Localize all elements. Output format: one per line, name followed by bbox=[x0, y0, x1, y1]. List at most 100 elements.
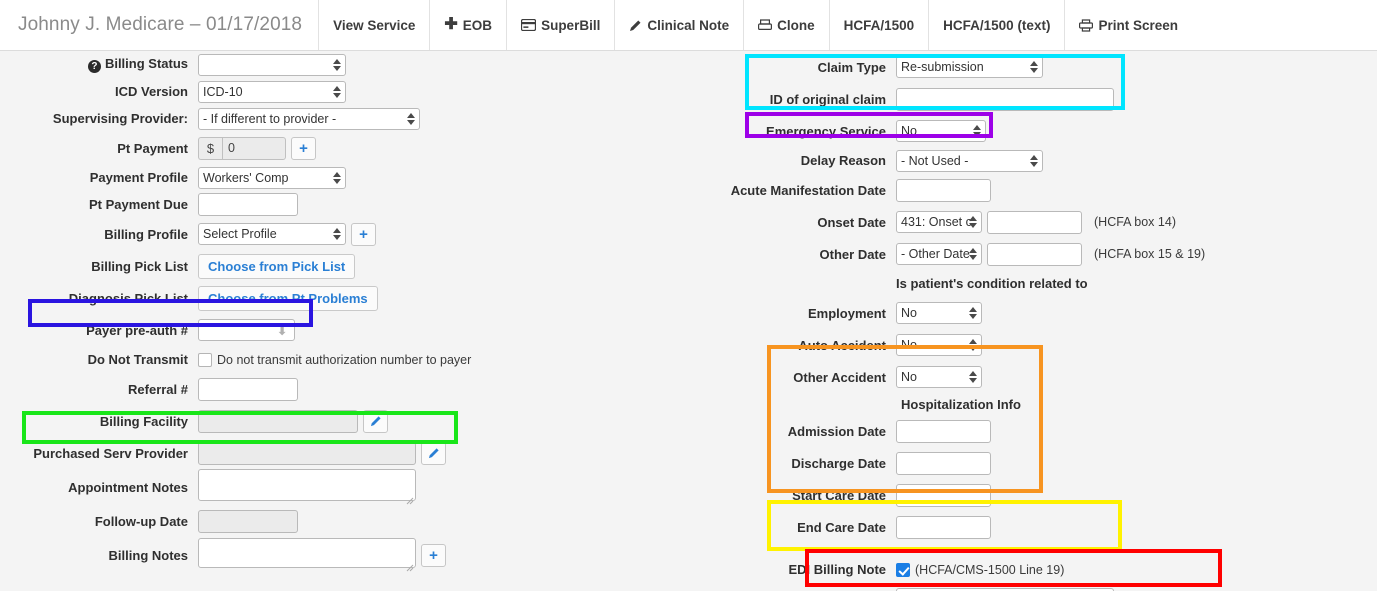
appointment-notes-textarea[interactable] bbox=[198, 468, 416, 501]
pt-payment-group: $ bbox=[198, 136, 286, 160]
superbill-button[interactable]: SuperBill bbox=[507, 0, 616, 50]
onset-date-input[interactable] bbox=[987, 210, 1082, 234]
edit-billing-facility-button[interactable] bbox=[363, 409, 388, 433]
row-appointment-notes: Appointment Notes bbox=[0, 468, 690, 505]
add-billing-note-button[interactable]: + bbox=[421, 543, 446, 567]
question-mark-icon[interactable]: ? bbox=[87, 60, 101, 73]
end-care-date-input[interactable] bbox=[896, 515, 991, 539]
top-toolbar: Johnny J. Medicare – 01/17/2018 View Ser… bbox=[0, 0, 1377, 51]
billing-profile-select[interactable]: Select Profile bbox=[198, 223, 346, 245]
row-billing-status: ? Billing Status bbox=[0, 51, 690, 78]
row-id-original-claim: ID of original claim bbox=[690, 83, 1377, 115]
acute-manifestation-date-input[interactable] bbox=[896, 178, 991, 202]
delay-reason-select-wrap: - Not Used - bbox=[896, 149, 1043, 172]
icd-version-select[interactable]: ICD-10 bbox=[198, 80, 346, 103]
acute-manifestation-date-label: Acute Manifestation Date bbox=[730, 182, 886, 198]
row-onset-date: Onset Date 431: Onset c (HCFA box 14) bbox=[690, 206, 1377, 238]
other-date-select-wrap: - Other Date bbox=[896, 243, 982, 265]
superbill-label: SuperBill bbox=[541, 17, 601, 33]
billing-profile-label: Billing Profile bbox=[104, 226, 188, 242]
payer-preauth-input[interactable] bbox=[198, 319, 295, 341]
row-diagnosis-pick-list: Diagnosis Pick List Choose from Pt Probl… bbox=[0, 282, 690, 314]
referral-input[interactable] bbox=[198, 377, 298, 401]
row-auto-accident: Auto Accident No bbox=[690, 329, 1377, 361]
pt-payment-input[interactable] bbox=[222, 136, 286, 160]
row-icd-version: ICD Version ICD-10 bbox=[0, 78, 690, 105]
print-screen-label: Print Screen bbox=[1098, 17, 1178, 33]
row-claim-type: Claim Type Re-submission bbox=[690, 51, 1377, 83]
start-care-date-label: Start Care Date bbox=[792, 487, 886, 503]
employment-select[interactable]: No bbox=[896, 302, 982, 324]
discharge-date-label: Discharge Date bbox=[791, 455, 886, 471]
payment-profile-select-wrap: Workers' Comp bbox=[198, 166, 346, 189]
onset-date-label: Onset Date bbox=[817, 214, 886, 230]
hcfa-1500-text-label: HCFA/1500 (text) bbox=[943, 17, 1051, 33]
emergency-service-select[interactable]: No bbox=[896, 120, 986, 142]
add-eob-label: EOB bbox=[462, 17, 493, 33]
edi-billing-note-checkbox[interactable] bbox=[896, 562, 910, 577]
row-other-accident: Other Accident No bbox=[690, 361, 1377, 393]
supervising-provider-select-wrap: - If different to provider - bbox=[198, 107, 420, 130]
right-form-column: Claim Type Re-submission ID of original … bbox=[690, 51, 1377, 591]
print-screen-button[interactable]: Print Screen bbox=[1065, 0, 1192, 50]
billing-pick-list-label: Billing Pick List bbox=[91, 258, 188, 274]
row-edi-billing-note-input bbox=[690, 583, 1377, 591]
billing-notes-wrap bbox=[198, 537, 416, 573]
pt-payment-due-input[interactable] bbox=[198, 193, 298, 216]
billing-status-select[interactable] bbox=[198, 53, 346, 76]
other-accident-select[interactable]: No bbox=[896, 366, 982, 388]
pencil-icon bbox=[370, 415, 382, 427]
row-end-care-date: End Care Date bbox=[690, 511, 1377, 543]
add-billing-profile-button[interactable]: + bbox=[351, 222, 376, 246]
payment-profile-label: Payment Profile bbox=[89, 170, 188, 185]
do-not-transmit-checkbox[interactable] bbox=[198, 352, 212, 367]
row-hospitalization-title: Hospitalization Info bbox=[690, 393, 1377, 415]
add-pt-payment-button[interactable]: + bbox=[291, 136, 316, 160]
row-admission-date: Admission Date bbox=[690, 415, 1377, 447]
auto-accident-select[interactable]: No bbox=[896, 334, 982, 356]
row-purchased-serv-provider: Purchased Serv Provider bbox=[0, 437, 690, 469]
supervising-provider-select[interactable]: - If different to provider - bbox=[198, 107, 420, 130]
followup-date-input bbox=[198, 509, 298, 533]
edi-billing-note-hint: (HCFA/CMS-1500 Line 19) bbox=[915, 562, 1065, 577]
start-care-date-input[interactable] bbox=[896, 483, 991, 507]
choose-from-pick-list-button[interactable]: Choose from Pick List bbox=[198, 253, 356, 279]
hcfa-1500-text-button[interactable]: HCFA/1500 (text) bbox=[929, 0, 1066, 50]
payer-preauth-label: Payer pre-auth # bbox=[86, 322, 188, 338]
pencil-icon bbox=[428, 447, 440, 459]
delay-reason-select[interactable]: - Not Used - bbox=[896, 149, 1043, 172]
clinical-note-button[interactable]: Clinical Note bbox=[615, 0, 745, 50]
admission-date-input[interactable] bbox=[896, 419, 991, 443]
view-service-button[interactable]: View Service bbox=[319, 0, 431, 50]
billing-status-select-wrap bbox=[198, 53, 346, 76]
hcfa-1500-button[interactable]: HCFA/1500 bbox=[830, 0, 930, 50]
billing-profile-select-wrap: Select Profile bbox=[198, 223, 346, 245]
onset-date-select[interactable]: 431: Onset c bbox=[896, 211, 982, 233]
claim-type-select[interactable]: Re-submission bbox=[896, 56, 1043, 78]
other-date-select[interactable]: - Other Date bbox=[896, 243, 982, 265]
id-original-claim-input[interactable] bbox=[896, 87, 1114, 111]
pt-payment-due-label: Pt Payment Due bbox=[89, 197, 188, 212]
row-pt-payment: Pt Payment $ + bbox=[0, 132, 690, 164]
row-do-not-transmit: Do Not Transmit Do not transmit authoriz… bbox=[0, 346, 690, 373]
onset-date-hint: (HCFA box 14) bbox=[1094, 215, 1176, 229]
edi-billing-note-input[interactable] bbox=[896, 587, 1114, 591]
row-followup-date: Follow-up Date bbox=[0, 505, 690, 537]
other-date-hint: (HCFA box 15 & 19) bbox=[1094, 247, 1206, 261]
payment-profile-select[interactable]: Workers' Comp bbox=[198, 166, 346, 189]
row-discharge-date: Discharge Date bbox=[690, 447, 1377, 479]
discharge-date-input[interactable] bbox=[896, 451, 991, 475]
other-accident-select-wrap: No bbox=[896, 366, 982, 388]
condition-related-heading: Is patient's condition related to bbox=[896, 276, 1088, 291]
row-start-care-date: Start Care Date bbox=[690, 479, 1377, 511]
edit-purchased-serv-provider-button[interactable] bbox=[421, 441, 446, 465]
clone-button[interactable]: Clone bbox=[744, 0, 830, 50]
other-date-input[interactable] bbox=[987, 242, 1082, 266]
auto-accident-label: Auto Accident bbox=[798, 337, 886, 353]
card-icon bbox=[521, 19, 537, 31]
edi-billing-note-label: EDI Billing Note bbox=[788, 562, 887, 577]
add-eob-button[interactable]: ✚ EOB bbox=[430, 0, 508, 50]
billing-notes-textarea[interactable] bbox=[198, 537, 416, 568]
choose-from-pt-problems-button[interactable]: Choose from Pt Problems bbox=[198, 285, 378, 311]
row-referral: Referral # bbox=[0, 373, 690, 405]
